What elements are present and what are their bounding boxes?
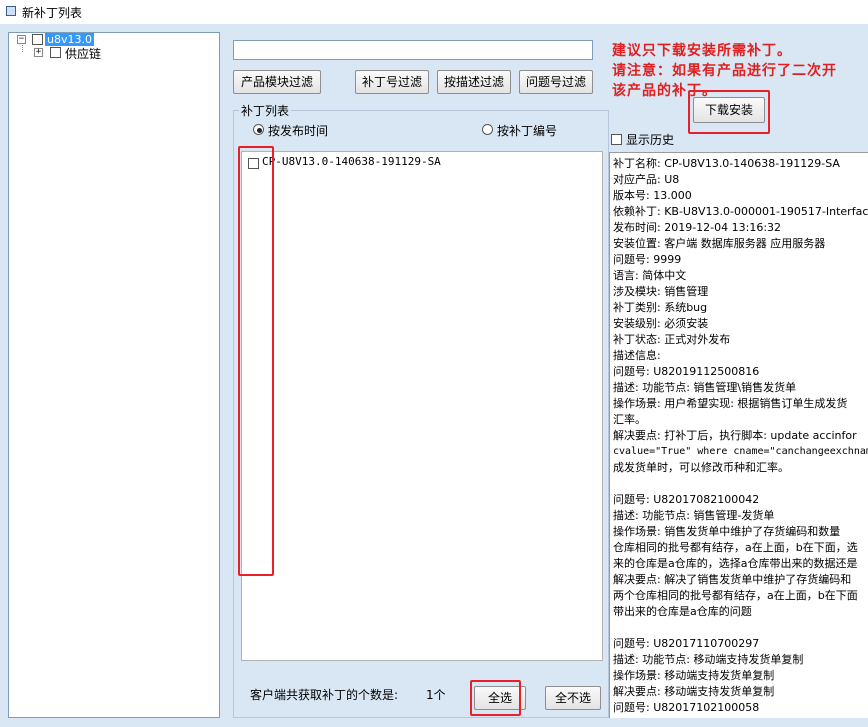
tree-expand-icon[interactable]: +	[34, 48, 43, 57]
detail-line: 来的仓库是a仓库的，选择a仓库带出来的数据还是	[613, 557, 858, 570]
highlight-select-all	[470, 680, 521, 716]
title-bar	[0, 0, 868, 24]
radio-by-number[interactable]	[482, 124, 493, 135]
notice-line-1: 建议只下载安装所需补丁。	[612, 43, 792, 59]
radio-selected-dot	[257, 128, 262, 133]
notice-line-2: 请注意：如果有产品进行了二次开	[612, 63, 837, 79]
detail-line: 问题号: U82017110700297	[613, 637, 760, 650]
patch-count-value: 1个	[426, 688, 446, 702]
detail-line: 补丁名称: CP-U8V13.0-140638-191129-SA	[613, 157, 840, 170]
highlight-checkbox-column	[238, 146, 274, 576]
detail-line: 安装级别: 必须安装	[613, 317, 709, 330]
detail-line: 问题号: U82019112500816	[613, 365, 760, 378]
show-history-checkbox[interactable]	[611, 134, 622, 145]
detail-line: 两个仓库相同的批号都有结存，a在上面，b在下面	[613, 589, 858, 602]
tree-child-item[interactable]: 供应链	[65, 45, 101, 62]
product-module-filter-button[interactable]: 产品模块过滤	[233, 70, 321, 94]
detail-line: 解决要点: 移动端支持发货单复制	[613, 685, 775, 698]
patch-count-label: 客户端共获取补丁的个数是:	[250, 688, 399, 702]
product-tree[interactable]	[8, 32, 220, 718]
radio-by-time[interactable]	[253, 124, 264, 135]
detail-line: 问题号: 9999	[613, 253, 682, 266]
patch-item-label[interactable]: CP-U8V13.0-140638-191129-SA	[262, 155, 441, 168]
patch-list[interactable]	[241, 151, 603, 661]
detail-line: 版本号: 13.000	[613, 189, 692, 202]
radio-by-number-label[interactable]: 按补丁编号	[497, 122, 557, 139]
tree-child-checkbox[interactable]	[50, 47, 61, 58]
detail-line: 语言: 简体中文	[613, 269, 687, 282]
patch-list-group-label: 补丁列表	[239, 102, 292, 119]
detail-line: 操作场景: 用户希望实现: 根据销售订单生成发货	[613, 397, 848, 410]
detail-line: 问题号: U82017102100058	[613, 701, 760, 714]
detail-line: 解决要点: 打补丁后，执行脚本: update accinfor	[613, 429, 857, 442]
detail-line: cvalue="True" where cname="canchangeexch…	[613, 446, 868, 457]
detail-line: 补丁类别: 系统bug	[613, 301, 708, 314]
detail-line: 描述: 功能节点: 销售管理-发货单	[613, 509, 775, 522]
detail-line: 带出来的仓库是a仓库的问题	[613, 605, 752, 618]
tree-line	[22, 45, 24, 52]
detail-line: 汇率。	[613, 413, 646, 426]
app-icon	[6, 6, 16, 16]
detail-line: 发布时间: 2019-12-04 13:16:32	[613, 221, 782, 234]
detail-line: 补丁状态: 正式对外发布	[613, 333, 731, 346]
patch-no-filter-button[interactable]: 补丁号过滤	[355, 70, 429, 94]
detail-line: 安装位置: 客户端 数据库服务器 应用服务器	[613, 237, 826, 250]
description-filter-button[interactable]: 按描述过滤	[437, 70, 511, 94]
patch-details-panel[interactable]: 补丁名称: CP-U8V13.0-140638-191129-SA 对应产品: U…	[609, 152, 868, 718]
highlight-download	[688, 90, 770, 134]
detail-line: 对应产品: U8	[613, 173, 680, 186]
window-title: 新补丁列表	[22, 6, 83, 20]
detail-line: 仓库相同的批号都有结存，a在上面，b在下面，选	[613, 541, 858, 554]
select-none-button[interactable]: 全不选	[545, 686, 601, 710]
detail-line: 描述信息:	[613, 349, 661, 362]
detail-line: 操作场景: 销售发货单中维护了存货编码和数量	[613, 525, 841, 538]
detail-line: 描述: 功能节点: 销售管理\销售发货单	[613, 381, 797, 394]
radio-by-time-label[interactable]: 按发布时间	[268, 122, 328, 139]
detail-line: 涉及模块: 销售管理	[613, 285, 709, 298]
detail-line: 解决要点: 解决了销售发货单中维护了存货编码和	[613, 573, 852, 586]
search-input[interactable]	[233, 40, 593, 60]
tree-collapse-icon[interactable]: −	[17, 35, 26, 44]
detail-line: 依赖补丁: KB-U8V13.0-000001-190517-Interface	[613, 205, 868, 218]
detail-line: 问题号: U82017082100042	[613, 493, 760, 506]
detail-line: 成发货单时，可以修改币种和汇率。	[613, 461, 789, 474]
tree-root-checkbox[interactable]	[32, 34, 43, 45]
issue-no-filter-button[interactable]: 问题号过滤	[519, 70, 593, 94]
detail-line: 操作场景: 移动端支持发货单复制	[613, 669, 775, 682]
detail-line: 描述: 功能节点: 移动端支持发货单复制	[613, 653, 804, 666]
show-history-label[interactable]: 显示历史	[626, 131, 674, 148]
